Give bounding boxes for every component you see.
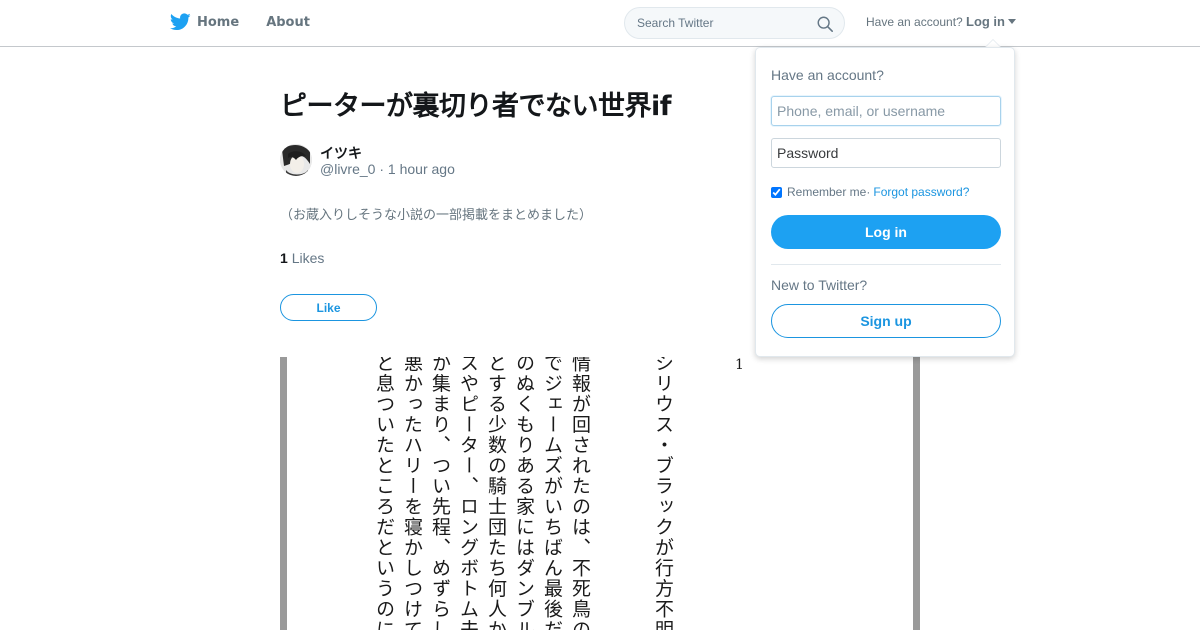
home-link[interactable]: Home: [170, 13, 239, 31]
moment-description: （お蔵入りしそうな小説の一部掲載をまとめました）: [280, 208, 593, 223]
signup-button[interactable]: Sign up: [771, 304, 1001, 338]
text-column: シリウス・ブラックが行方不明に: [652, 357, 674, 630]
password-field[interactable]: [771, 138, 1001, 168]
login-dropdown: Have an account? Remember me · Forgot pa…: [755, 47, 1015, 357]
dropdown-divider: [771, 264, 1001, 265]
text-column: でジェームズがいちばん最後だっ: [541, 357, 563, 630]
author-avatar[interactable]: [280, 144, 312, 176]
remember-me-label[interactable]: Remember me: [787, 185, 866, 199]
twitter-bird-icon: [170, 13, 191, 31]
page-edge-right: [913, 357, 920, 630]
meta-separator: ·: [375, 161, 388, 177]
search-icon[interactable]: [816, 15, 834, 33]
search-input[interactable]: [637, 16, 817, 30]
likes-count: 1 Likes: [280, 250, 324, 266]
attached-page-image[interactable]: 1 シリウス・ブラックが行方不明に 情報が回されたのは、不死鳥の騎 でジェームズ…: [280, 357, 920, 630]
author-handle[interactable]: @livre_0: [320, 161, 375, 177]
text-column: か集まり、つい先程、めずらしく: [429, 357, 451, 630]
likes-label: Likes: [291, 250, 325, 266]
text-column: と息ついたところだというのに、: [373, 357, 395, 630]
forgot-password-link[interactable]: Forgot password?: [873, 185, 969, 199]
text-column: 悪かったハリーを寝かしつけてよ: [401, 357, 423, 630]
dropdown-heading: Have an account?: [771, 67, 884, 83]
text-column: 情報が回されたのは、不死鳥の騎: [569, 357, 591, 630]
author-meta: @livre_0 · 1 hour ago: [320, 161, 455, 177]
home-label: Home: [197, 14, 240, 30]
timestamp: 1 hour ago: [387, 161, 455, 177]
login-dropdown-toggle[interactable]: Log in: [966, 14, 1016, 29]
remember-separator: ·: [866, 185, 871, 199]
page-number: 1: [735, 357, 744, 373]
author-name[interactable]: イツキ: [320, 143, 362, 163]
login-toggle-label: Log in: [966, 14, 1005, 29]
about-link[interactable]: About: [266, 15, 310, 30]
account-prompt: Have an account?: [866, 15, 963, 29]
nav-links: Home About: [170, 13, 310, 31]
text-column: とする少数の騎士団たち何人か—: [485, 357, 507, 630]
login-button[interactable]: Log in: [771, 215, 1001, 249]
moment-title: ピーターが裏切り者でない世界if: [280, 91, 672, 122]
likes-number: 1: [280, 250, 288, 266]
new-to-twitter-prompt: New to Twitter?: [771, 277, 868, 293]
top-navigation-bar: Home About Have an account? Log in: [0, 0, 1200, 47]
like-button[interactable]: Like: [280, 294, 377, 321]
text-column: のぬくもりある家にはダンブルド: [513, 357, 535, 630]
caret-down-icon: [1008, 19, 1016, 24]
avatar-image: [280, 144, 312, 176]
username-field[interactable]: [771, 96, 1001, 126]
remember-me-row: Remember me · Forgot password?: [771, 185, 969, 199]
page-edge-left: [280, 357, 287, 630]
remember-me-checkbox[interactable]: [771, 186, 782, 198]
text-column: スやピーター、ロングボトム夫妻: [457, 357, 479, 630]
search-box: [624, 7, 845, 39]
